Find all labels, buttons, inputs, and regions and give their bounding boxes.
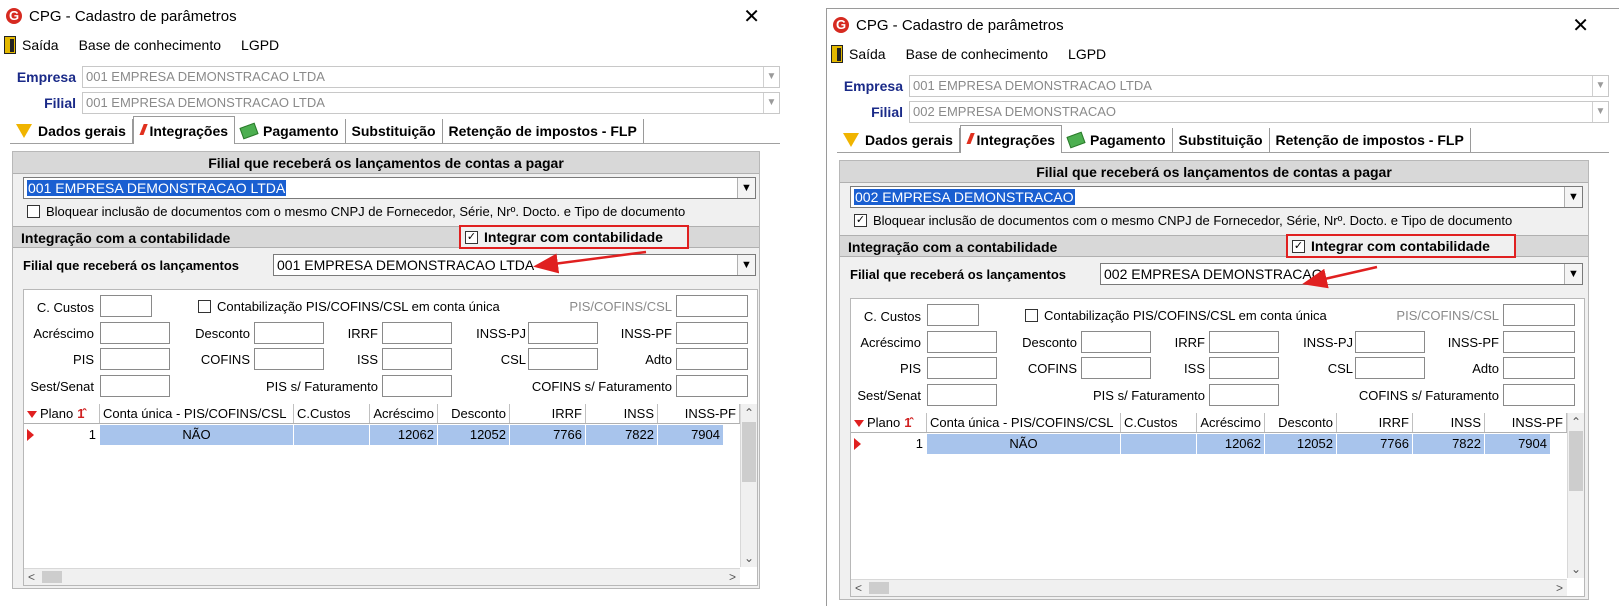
window-left: G CPG - Cadastro de parâmetros ✕ Saída B…: [0, 0, 790, 590]
annotation-arrow: [533, 250, 647, 274]
annotation-arrow: [1302, 265, 1378, 289]
window-right: G CPG - Cadastro de parâmetros ✕ Saída B…: [826, 8, 1619, 606]
